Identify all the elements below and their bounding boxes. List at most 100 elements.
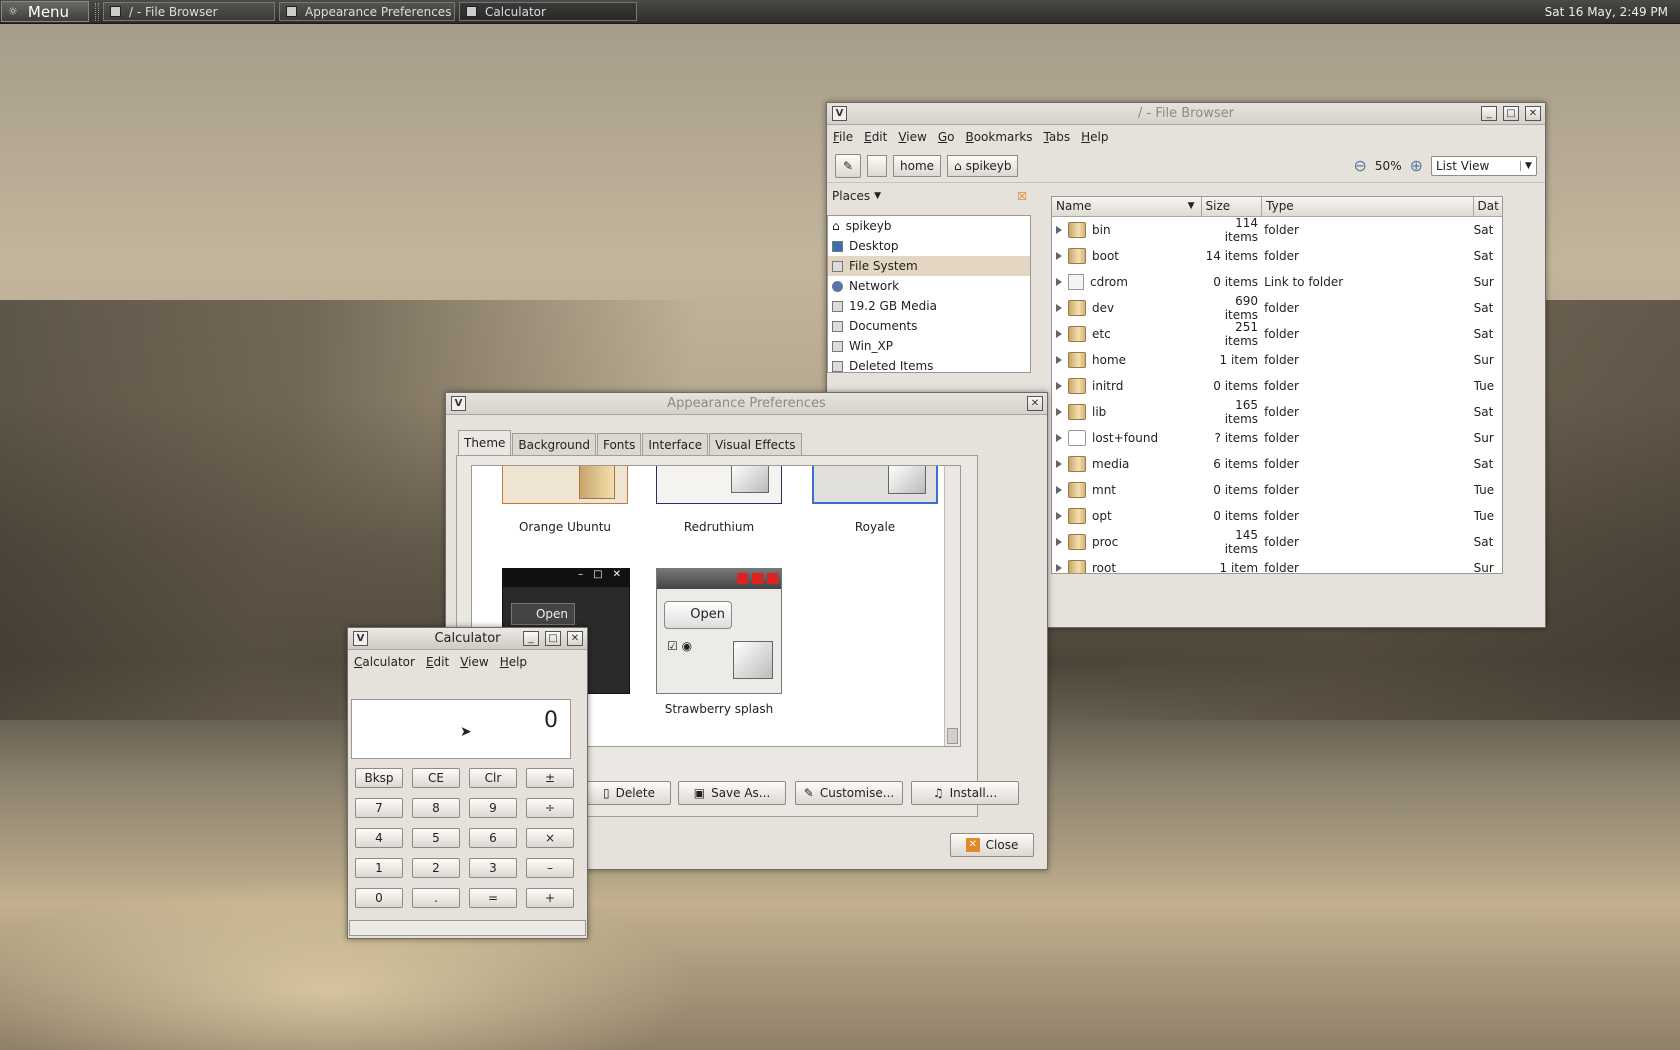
calc-key[interactable]: 3 — [469, 858, 517, 878]
calculator-display[interactable]: 0 ➤ — [351, 699, 571, 759]
view-mode-select[interactable]: List View ▼ — [1431, 155, 1537, 176]
menu-help[interactable]: Help — [1081, 130, 1108, 144]
file-browser-titlebar[interactable]: V / - File Browser _ □ ✕ — [827, 103, 1545, 125]
calc-key[interactable]: 9 — [469, 798, 517, 818]
window-menu-icon[interactable]: V — [832, 106, 847, 121]
expander-icon[interactable] — [1056, 434, 1062, 442]
menu-go[interactable]: Go — [938, 130, 955, 144]
expander-icon[interactable] — [1056, 330, 1062, 338]
crumb-spikeyb[interactable]: ⌂ spikeyb — [947, 154, 1019, 177]
menu-calculator[interactable]: Calculator — [354, 655, 415, 669]
place-file-system[interactable]: File System — [828, 256, 1030, 276]
table-row[interactable]: dev 690 items folder Sat — [1052, 294, 1502, 322]
expander-icon[interactable] — [1056, 538, 1062, 546]
calc-key[interactable]: Bksp — [355, 768, 403, 788]
table-row[interactable]: bin 114 items folder Sat — [1052, 216, 1502, 244]
window-menu-icon[interactable]: V — [353, 631, 368, 646]
calc-key[interactable]: . — [412, 888, 460, 908]
table-row[interactable]: initrd 0 items folder Tue — [1052, 373, 1502, 399]
calc-key[interactable]: Clr — [469, 768, 517, 788]
table-row[interactable]: lost+found ? items folder Sur — [1052, 425, 1502, 451]
clock[interactable]: Sat 16 May, 2:49 PM — [1545, 5, 1668, 19]
calc-key[interactable]: 7 — [355, 798, 403, 818]
crumb-home[interactable]: home — [893, 154, 942, 177]
menu-bookmarks[interactable]: Bookmarks — [965, 130, 1032, 144]
menu-button[interactable]: ☼ Menu — [1, 1, 89, 22]
table-row[interactable]: home 1 item folder Sur — [1052, 347, 1502, 373]
place-deleted-items[interactable]: Deleted Items — [828, 356, 1030, 376]
place-documents[interactable]: Documents — [828, 316, 1030, 336]
theme-thumb-royale[interactable] — [812, 466, 938, 504]
expander-icon[interactable] — [1056, 356, 1062, 364]
calculator-titlebar[interactable]: V Calculator _ □ ✕ — [348, 628, 587, 650]
expander-icon[interactable] — [1056, 382, 1062, 390]
minimize-icon[interactable]: _ — [523, 631, 539, 646]
column-type[interactable]: Type — [1262, 197, 1474, 216]
expander-icon[interactable] — [1056, 304, 1062, 312]
expander-icon[interactable] — [1056, 252, 1062, 260]
column-size[interactable]: Size — [1202, 197, 1263, 216]
tab-interface[interactable]: Interface — [642, 433, 709, 455]
close-icon[interactable]: ✕ — [1525, 106, 1541, 121]
minimize-icon[interactable]: _ — [1481, 106, 1497, 121]
delete-theme-button[interactable]: ▯ Delete — [587, 781, 671, 805]
calc-key[interactable]: 8 — [412, 798, 460, 818]
root-crumb[interactable] — [867, 154, 887, 177]
task-file-browser[interactable]: / - File Browser — [103, 2, 275, 21]
expander-icon[interactable] — [1056, 278, 1062, 286]
expander-icon[interactable] — [1056, 226, 1062, 234]
zoom-in-icon[interactable]: ⊕ — [1410, 156, 1423, 175]
calc-key[interactable]: CE — [412, 768, 460, 788]
expander-icon[interactable] — [1056, 408, 1062, 416]
expander-icon[interactable] — [1056, 460, 1062, 468]
calc-key[interactable]: ÷ — [526, 798, 574, 818]
table-row[interactable]: lib 165 items folder Sat — [1052, 398, 1502, 426]
calc-key[interactable]: × — [526, 828, 574, 848]
close-button[interactable]: ✕ Close — [950, 833, 1034, 857]
menu-edit[interactable]: Edit — [426, 655, 449, 669]
menu-help[interactable]: Help — [500, 655, 527, 669]
calc-key[interactable]: 6 — [469, 828, 517, 848]
table-row[interactable]: cdrom 0 items Link to folder Sur — [1052, 269, 1502, 295]
calc-key[interactable]: ± — [526, 768, 574, 788]
column-name[interactable]: Name ▼ — [1052, 197, 1202, 216]
window-menu-icon[interactable]: V — [451, 396, 466, 411]
menu-view[interactable]: View — [460, 655, 488, 669]
places-label[interactable]: Places — [832, 189, 870, 203]
save-as-button[interactable]: ▣ Save As... — [678, 781, 786, 805]
edit-location-icon[interactable]: ✎ — [835, 153, 861, 178]
table-row[interactable]: boot 14 items folder Sat — [1052, 243, 1502, 269]
column-date[interactable]: Dat — [1474, 197, 1503, 216]
install-button[interactable]: ♫ Install... — [911, 781, 1019, 805]
chevron-down-icon[interactable]: ▼ — [874, 191, 881, 201]
expander-icon[interactable] — [1056, 486, 1062, 494]
tab-visual-effects[interactable]: Visual Effects — [709, 433, 802, 455]
expander-icon[interactable] — [1056, 564, 1062, 572]
place-spikeyb[interactable]: ⌂ spikeyb — [828, 216, 1030, 236]
calc-key[interactable]: = — [469, 888, 517, 908]
calc-key[interactable]: 2 — [412, 858, 460, 878]
close-icon[interactable]: ✕ — [1027, 396, 1043, 411]
calc-key[interactable]: 0 — [355, 888, 403, 908]
place-win-xp[interactable]: Win_XP — [828, 336, 1030, 356]
expander-icon[interactable] — [1056, 512, 1062, 520]
calc-key[interactable]: 4 — [355, 828, 403, 848]
menu-edit[interactable]: Edit — [864, 130, 887, 144]
menu-tabs[interactable]: Tabs — [1044, 130, 1071, 144]
table-row[interactable]: opt 0 items folder Tue — [1052, 503, 1502, 529]
close-sidebar-icon[interactable]: ☒ — [1017, 190, 1027, 203]
task-appearance[interactable]: Appearance Preferences — [279, 2, 455, 21]
table-row[interactable]: proc 145 items folder Sat — [1052, 528, 1502, 556]
tab-background[interactable]: Background — [512, 433, 596, 455]
table-row[interactable]: mnt 0 items folder Tue — [1052, 477, 1502, 503]
calc-key[interactable]: – — [526, 858, 574, 878]
theme-thumb-strawberry-splash[interactable]: Open ☑ ◉ — [656, 568, 782, 694]
maximize-icon[interactable]: □ — [545, 631, 561, 646]
zoom-out-icon[interactable]: ⊖ — [1354, 156, 1367, 175]
place-media[interactable]: 19.2 GB Media — [828, 296, 1030, 316]
place-desktop[interactable]: Desktop — [828, 236, 1030, 256]
calc-key[interactable]: 1 — [355, 858, 403, 878]
table-row[interactable]: media 6 items folder Sat — [1052, 451, 1502, 477]
theme-list-scrollbar[interactable] — [944, 466, 960, 746]
close-icon[interactable]: ✕ — [567, 631, 583, 646]
